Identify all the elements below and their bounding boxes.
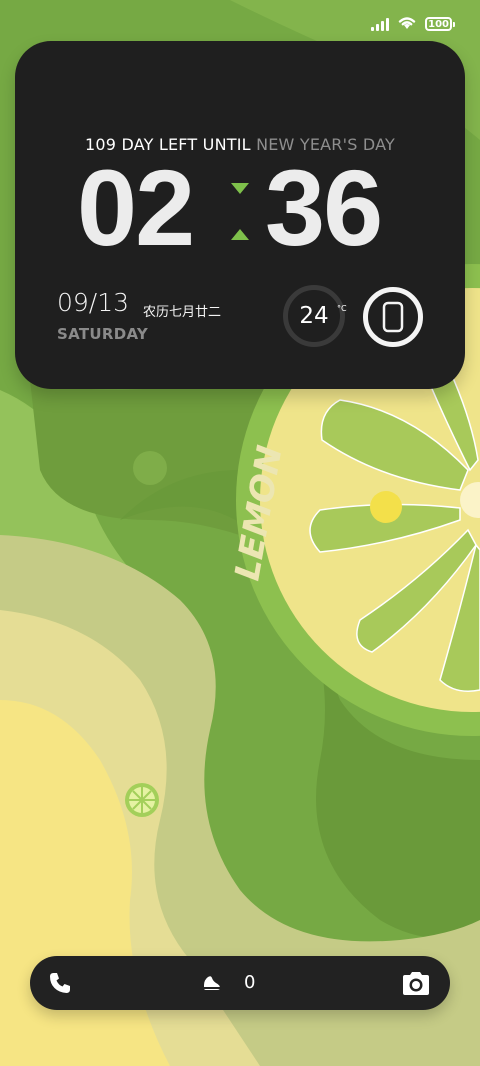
temperature-gauge[interactable]: 24 °C [283,285,347,347]
camera-button[interactable] [400,971,432,1001]
temperature-value: 24 [299,303,329,329]
clock-time: 02 36 [15,153,465,263]
clock-widget[interactable]: 109 DAY LEFT UNTIL NEW YEAR'S DAY 02 36 … [15,41,465,389]
clock-hour: 02 [77,147,195,268]
signal-icon [371,17,390,31]
wifi-icon [397,14,417,34]
step-count: 0 [244,972,256,993]
footsteps-icon [202,974,222,996]
phone-button[interactable] [48,971,72,999]
smartphone-icon [382,301,404,333]
phone-status-button[interactable] [363,287,423,347]
bottom-dock: 0 [30,956,450,1010]
lunar-date: 农历七月廿二 [143,305,222,320]
date-text: 09/13 [57,288,130,317]
phone-icon [50,973,70,993]
battery-icon: 100 [425,17,455,31]
battery-level: 100 [428,18,449,30]
clock-separator-bottom-icon [231,229,249,240]
camera-icon [403,972,429,995]
status-bar: 100 [371,14,455,34]
clock-separator-top-icon [231,183,249,194]
clock-minute: 36 [265,147,383,268]
weekday-text: SATURDAY [57,325,149,343]
temperature-unit: °C [337,304,347,313]
